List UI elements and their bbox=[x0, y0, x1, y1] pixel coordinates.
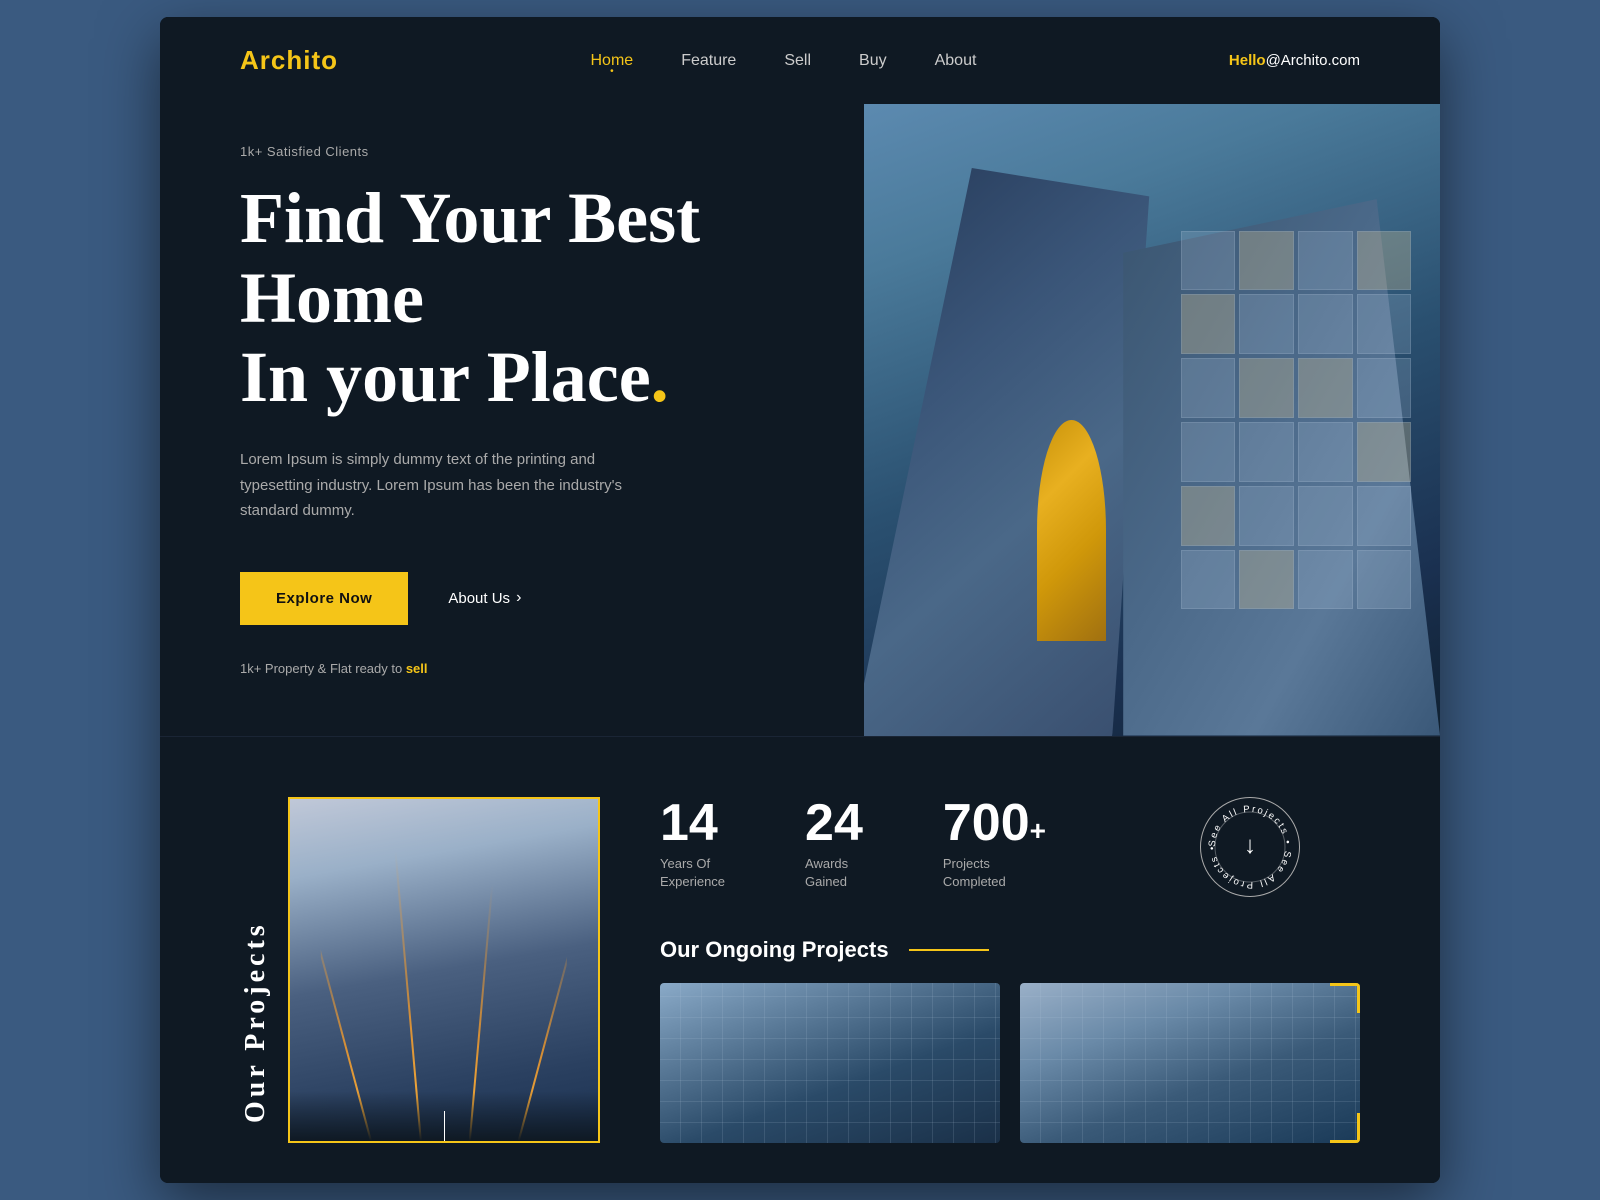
arch-window bbox=[1298, 294, 1353, 354]
ongoing-card-1[interactable] bbox=[660, 983, 1000, 1143]
arch-window bbox=[1357, 486, 1412, 546]
about-us-arrow-icon: › bbox=[516, 589, 521, 607]
hero-tagline: 1k+ Satisfied Clients bbox=[240, 144, 784, 159]
arch-window bbox=[1357, 231, 1412, 291]
projects-vertical-label: Our Projects bbox=[240, 797, 272, 1143]
arch-window bbox=[1239, 486, 1294, 546]
stat-projects-number: 700+ bbox=[943, 797, 1046, 849]
card-bracket-top-right bbox=[1330, 983, 1360, 1013]
nav-item-feature[interactable]: Feature bbox=[681, 52, 736, 70]
email-rest: @Archito.com bbox=[1266, 52, 1360, 69]
hero-image bbox=[864, 104, 1440, 735]
circle-arrow-container: ↓ bbox=[1200, 797, 1300, 897]
hero-building-image bbox=[864, 104, 1440, 735]
card-grid-lines-1 bbox=[660, 983, 1000, 1143]
stats-numbers: 14 Years Of Experience 24 Awards bbox=[660, 797, 1046, 891]
bottom-section: Our Projects bbox=[160, 736, 1440, 1183]
footnote-prefix: 1k+ Property & Flat ready to bbox=[240, 661, 406, 676]
projects-image-box bbox=[288, 797, 600, 1143]
arch-window bbox=[1239, 358, 1294, 418]
ongoing-title-line bbox=[909, 949, 989, 951]
nav-link-about[interactable]: About bbox=[935, 52, 977, 69]
stat-projects-label: Projects Completed bbox=[943, 855, 1046, 891]
hero-buttons: Explore Now About Us › bbox=[240, 572, 784, 625]
ongoing-card-img-2 bbox=[1020, 983, 1360, 1143]
logo-highlight: to bbox=[311, 45, 338, 75]
arch-window bbox=[1298, 550, 1353, 610]
ongoing-card-2[interactable] bbox=[1020, 983, 1360, 1143]
logo[interactable]: Archito bbox=[240, 45, 338, 76]
about-us-label: About Us bbox=[448, 590, 510, 607]
proj-vert-line bbox=[444, 1111, 445, 1141]
navbar: Archito Home Feature Sell Buy About Hell… bbox=[160, 17, 1440, 104]
ongoing-card-img-1 bbox=[660, 983, 1000, 1143]
stat-awards-number: 24 bbox=[805, 797, 863, 849]
hero-title-line1: Find Your Best Home bbox=[240, 178, 700, 337]
arch-window bbox=[1357, 550, 1412, 610]
ongoing-header: Our Ongoing Projects bbox=[660, 937, 1360, 963]
card-grid-lines-2 bbox=[1020, 983, 1360, 1143]
site-wrapper: Archito Home Feature Sell Buy About Hell… bbox=[160, 17, 1440, 1182]
stat-awards-label: Awards Gained bbox=[805, 855, 863, 891]
card-bracket-bottom-right bbox=[1330, 1113, 1360, 1143]
arch-window bbox=[1239, 422, 1294, 482]
arch-window bbox=[1181, 231, 1236, 291]
hero-title: Find Your Best Home In your Place. bbox=[240, 179, 784, 417]
proj-lines bbox=[321, 799, 567, 1141]
arch-window bbox=[1298, 422, 1353, 482]
nav-item-sell[interactable]: Sell bbox=[784, 52, 811, 70]
ongoing-cards bbox=[660, 983, 1360, 1143]
arch-window-grid bbox=[1181, 231, 1411, 610]
logo-prefix: Archi bbox=[240, 45, 311, 75]
hero-footnote: 1k+ Property & Flat ready to sell bbox=[240, 661, 784, 676]
arch-window bbox=[1298, 358, 1353, 418]
down-arrow-icon: ↓ bbox=[1244, 833, 1256, 860]
footnote-sell-link[interactable]: sell bbox=[406, 661, 428, 676]
nav-item-home[interactable]: Home bbox=[591, 52, 634, 70]
stat-projects: 700+ Projects Completed bbox=[943, 797, 1046, 891]
stat-years: 14 Years Of Experience bbox=[660, 797, 725, 891]
see-all-projects-circle[interactable]: See All Projects • See All Projects • ↓ bbox=[1200, 797, 1300, 897]
hero-title-dot: . bbox=[651, 337, 669, 417]
arch-window bbox=[1239, 294, 1294, 354]
arch-window bbox=[1181, 550, 1236, 610]
arch-window bbox=[1298, 231, 1353, 291]
hero-section: 1k+ Satisfied Clients Find Your Best Hom… bbox=[160, 104, 1440, 735]
nav-link-home[interactable]: Home bbox=[591, 52, 634, 69]
arch-window bbox=[1357, 294, 1412, 354]
stat-awards: 24 Awards Gained bbox=[805, 797, 863, 891]
email-highlight: Hello bbox=[1229, 52, 1266, 69]
arch-window bbox=[1181, 358, 1236, 418]
hero-content: 1k+ Satisfied Clients Find Your Best Hom… bbox=[160, 104, 864, 735]
ongoing-projects: Our Ongoing Projects bbox=[660, 937, 1360, 1143]
arch-window bbox=[1239, 231, 1294, 291]
arch-window bbox=[1181, 422, 1236, 482]
projects-sidebar: Our Projects bbox=[240, 797, 600, 1143]
hero-title-line2: In your Place bbox=[240, 337, 651, 417]
nav-item-about[interactable]: About bbox=[935, 52, 977, 70]
arch-window bbox=[1239, 550, 1294, 610]
nav-email: Hello@Archito.com bbox=[1229, 52, 1360, 69]
arch-window bbox=[1181, 294, 1236, 354]
nav-link-feature[interactable]: Feature bbox=[681, 52, 736, 69]
explore-now-button[interactable]: Explore Now bbox=[240, 572, 408, 625]
stat-years-number: 14 bbox=[660, 797, 725, 849]
arch-window bbox=[1357, 358, 1412, 418]
nav-links: Home Feature Sell Buy About bbox=[591, 52, 977, 70]
nav-link-sell[interactable]: Sell bbox=[784, 52, 811, 69]
arch-window bbox=[1357, 422, 1412, 482]
nav-item-buy[interactable]: Buy bbox=[859, 52, 887, 70]
about-us-button[interactable]: About Us › bbox=[448, 589, 521, 607]
ongoing-title: Our Ongoing Projects bbox=[660, 937, 889, 963]
stats-section: 14 Years Of Experience 24 Awards bbox=[660, 797, 1360, 1143]
arch-window bbox=[1181, 486, 1236, 546]
arch-window bbox=[1298, 486, 1353, 546]
projects-image-inner bbox=[290, 799, 598, 1141]
hero-description: Lorem Ipsum is simply dummy text of the … bbox=[240, 447, 640, 524]
nav-link-buy[interactable]: Buy bbox=[859, 52, 887, 69]
stat-years-label: Years Of Experience bbox=[660, 855, 725, 891]
arch-golden-cylinder bbox=[1037, 420, 1106, 641]
proj-bottom-bar bbox=[290, 1091, 598, 1141]
